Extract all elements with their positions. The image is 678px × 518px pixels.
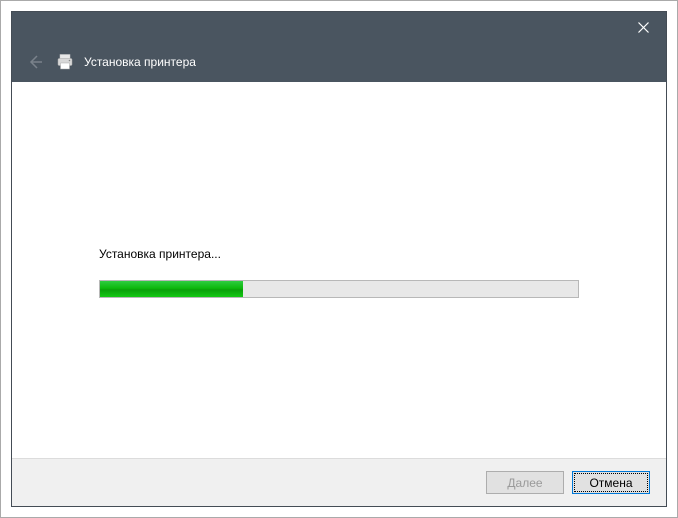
cancel-button[interactable]: Отмена: [572, 471, 650, 494]
wizard-header: Установка принтера: [12, 42, 666, 82]
titlebar: [12, 12, 666, 42]
outer-frame: Установка принтера Установка принтера...…: [0, 0, 678, 518]
dialog-window: Установка принтера Установка принтера...…: [11, 11, 667, 507]
wizard-title: Установка принтера: [84, 55, 196, 69]
content-area: Установка принтера...: [12, 82, 666, 458]
status-text: Установка принтера...: [99, 247, 221, 261]
printer-icon: [56, 53, 74, 71]
progress-fill: [100, 281, 243, 297]
back-arrow-icon: [27, 54, 43, 70]
back-button[interactable]: [24, 51, 46, 73]
close-icon: [638, 22, 649, 33]
progress-bar: [99, 280, 579, 298]
footer: Далее Отмена: [12, 458, 666, 506]
close-button[interactable]: [621, 12, 666, 42]
next-button: Далее: [486, 471, 564, 494]
